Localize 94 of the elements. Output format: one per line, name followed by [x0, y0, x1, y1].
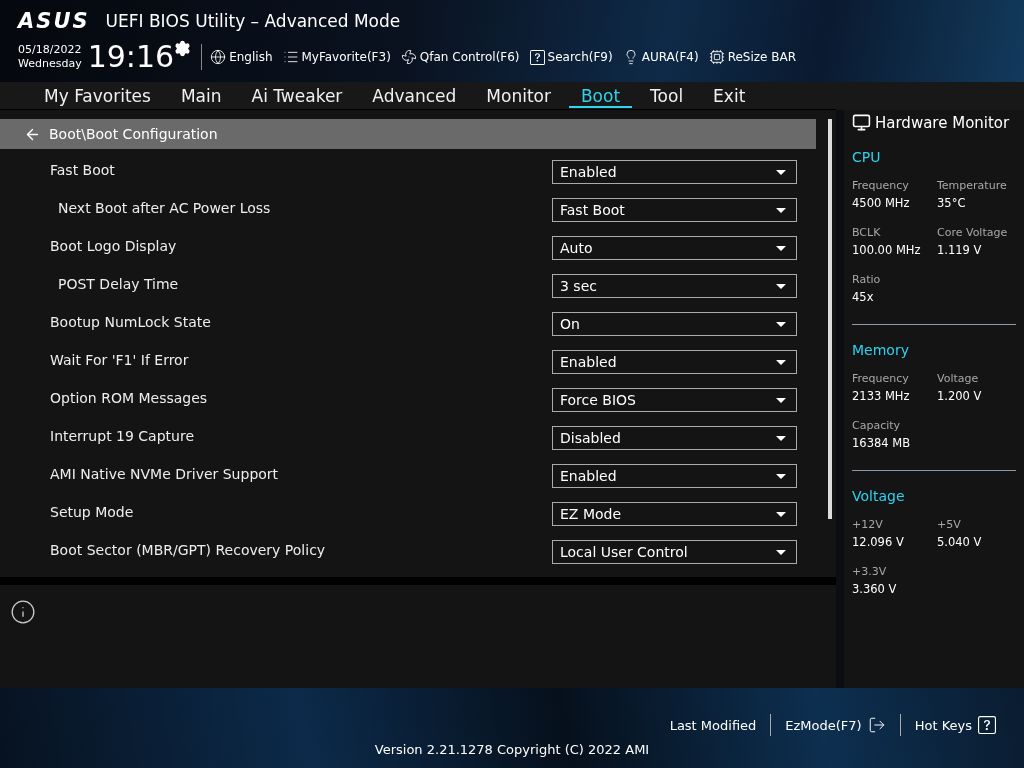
stat-label: Voltage	[937, 372, 980, 385]
setting-label: Boot Logo Display	[50, 237, 178, 256]
setting-label: Boot Sector (MBR/GPT) Recovery Policy	[50, 541, 327, 560]
panel-title: Hardware Monitor	[875, 113, 1010, 132]
setting-label: AMI Native NVMe Driver Support	[50, 465, 280, 484]
stat-label: +5V	[937, 518, 962, 531]
caret-icon	[776, 359, 786, 365]
stat-value: 16384 MB	[852, 436, 912, 450]
caret-icon	[776, 283, 786, 289]
stat-value: 12.096 V	[852, 535, 905, 549]
option-dropdown[interactable]: Disabled	[552, 426, 797, 450]
caret-icon	[776, 549, 786, 555]
setting-label: Option ROM Messages	[50, 389, 209, 408]
clock-time: 19:16	[87, 40, 175, 74]
toolbar-button[interactable]: ReSize BAR	[708, 49, 797, 65]
caret-icon	[776, 473, 786, 479]
window-title: UEFI BIOS Utility – Advanced Mode	[105, 11, 401, 31]
section-title: CPU	[852, 149, 882, 165]
stat-value: 4500 MHz	[852, 196, 911, 210]
setting-label: Interrupt 19 Capture	[50, 427, 195, 446]
option-dropdown[interactable]: Force BIOS	[552, 388, 797, 412]
section-title: Voltage	[852, 488, 906, 504]
option-dropdown[interactable]: Auto	[552, 236, 797, 260]
caret-icon	[776, 321, 786, 327]
stat-value: 100.00 MHz	[852, 243, 922, 257]
stat-value: 3.360 V	[852, 582, 898, 596]
caret-icon	[776, 207, 786, 213]
stat-label: Core Voltage	[937, 226, 1009, 239]
exit-icon	[867, 716, 886, 734]
stat-label: Capacity	[852, 419, 902, 432]
option-dropdown[interactable]: Enabled	[552, 464, 797, 488]
toolbar-button[interactable]: AURA(F4)	[622, 49, 699, 65]
stat-value: 35°C	[937, 196, 967, 210]
option-dropdown[interactable]: Enabled	[552, 160, 797, 184]
weekday-text: Wednesday	[18, 57, 82, 71]
question-icon	[978, 716, 996, 734]
menu-tab[interactable]: Ai Tweaker	[239, 82, 355, 108]
toolbar-button[interactable]: Search(F9)	[529, 49, 613, 65]
footer-button[interactable]: EzMode(F7)	[771, 716, 900, 734]
monitor-icon	[852, 113, 871, 132]
setting-label: Bootup NumLock State	[50, 313, 212, 332]
stat-label: BCLK	[852, 226, 882, 239]
option-dropdown[interactable]: EZ Mode	[552, 502, 797, 526]
stat-value: 45x	[852, 290, 875, 304]
option-dropdown[interactable]: On	[552, 312, 797, 336]
brand-logo: ASUS	[18, 9, 90, 33]
menu-tab[interactable]: Exit	[701, 82, 758, 108]
setting-label: Next Boot after AC Power Loss	[58, 199, 272, 218]
stat-label: Frequency	[852, 179, 910, 192]
footer-button[interactable]: Last Modified	[655, 717, 771, 733]
menu-tab[interactable]: Monitor	[474, 82, 563, 108]
breadcrumb-bar[interactable]: Boot\Boot Configuration	[0, 119, 816, 149]
caret-icon	[776, 169, 786, 175]
stat-label: Temperature	[937, 179, 1008, 192]
toolbar-button[interactable]: MyFavorite(F3)	[282, 49, 391, 65]
toolbar-button[interactable]: English	[210, 49, 273, 65]
settings-icon[interactable]	[174, 40, 192, 57]
menu-tab[interactable]: Boot	[568, 82, 633, 108]
section-title: Memory	[852, 342, 910, 358]
setting-label: Setup Mode	[50, 503, 135, 522]
setting-label: Fast Boot	[50, 161, 116, 180]
list-icon	[282, 49, 299, 65]
stat-label: Ratio	[852, 273, 882, 286]
caret-icon	[776, 435, 786, 441]
toolbar-button[interactable]: Qfan Control(F6)	[400, 49, 520, 65]
stat-label: +3.3V	[852, 565, 888, 578]
stat-value: 5.040 V	[937, 535, 983, 549]
stat-value: 1.200 V	[937, 389, 983, 403]
option-dropdown[interactable]: Enabled	[552, 350, 797, 374]
menu-tab[interactable]: My Favorites	[32, 82, 163, 108]
menu-tab[interactable]: Tool	[638, 82, 696, 108]
date-text: 05/18/2022	[18, 43, 82, 57]
stat-label: +12V	[852, 518, 884, 531]
caret-icon	[776, 245, 786, 251]
stat-label: Frequency	[852, 372, 910, 385]
caret-icon	[776, 397, 786, 403]
chip-icon	[708, 49, 725, 65]
scrollbar[interactable]	[828, 119, 832, 519]
option-dropdown[interactable]: Local User Control	[552, 540, 797, 564]
menu-tab[interactable]: Main	[168, 82, 234, 108]
setting-label: Wait For 'F1' If Error	[50, 351, 190, 370]
footer-button[interactable]: Hot Keys	[900, 716, 1010, 734]
caret-icon	[776, 511, 786, 517]
fan-icon	[400, 49, 417, 65]
globe-icon	[210, 49, 227, 65]
menu-tab[interactable]: Advanced	[360, 82, 469, 108]
version-text: Version 2.21.1278 Copyright (C) 2022 AMI	[374, 742, 650, 757]
info-icon	[10, 599, 36, 625]
option-dropdown[interactable]: Fast Boot	[552, 198, 797, 222]
stat-value: 1.119 V	[937, 243, 983, 257]
question-icon	[529, 49, 545, 65]
setting-label: POST Delay Time	[58, 275, 180, 294]
option-dropdown[interactable]: 3 sec	[552, 274, 797, 298]
stat-value: 2133 MHz	[852, 389, 911, 403]
